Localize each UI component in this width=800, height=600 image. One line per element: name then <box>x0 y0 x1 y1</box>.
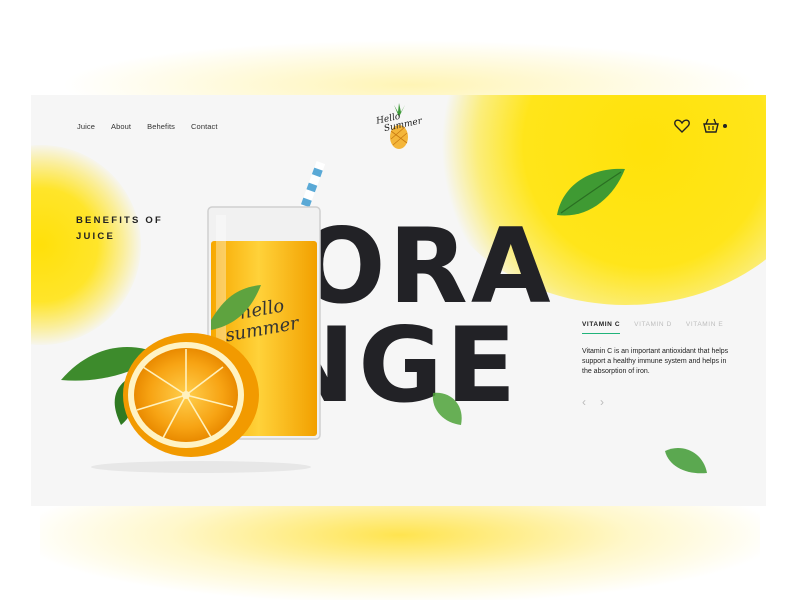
heart-icon[interactable] <box>674 119 690 133</box>
logo[interactable]: Hello Summer <box>375 103 423 151</box>
leaf-icon <box>665 447 707 474</box>
basket-icon[interactable] <box>703 118 719 134</box>
nav-item-juice[interactable]: Juice <box>77 122 95 131</box>
chevron-right-icon[interactable]: › <box>600 395 604 409</box>
main-nav: Juice About Behefits Contact <box>77 122 234 131</box>
nav-item-contact[interactable]: Contact <box>191 122 218 131</box>
orange-juice-illustration: hello summer <box>61 161 326 473</box>
tab-vitamin-d[interactable]: VITAMIN D <box>634 321 672 334</box>
vitamin-tabs: VITAMIN C VITAMIN D VITAMIN E <box>582 321 737 334</box>
chevron-left-icon[interactable]: ‹ <box>582 395 586 409</box>
tab-vitamin-e[interactable]: VITAMIN E <box>686 321 723 334</box>
leaf-icon <box>432 392 462 425</box>
nav-item-benefits[interactable]: Behefits <box>147 122 175 131</box>
landing-page: Juice About Behefits Contact Hello Summe… <box>31 95 766 506</box>
cart-badge-dot <box>723 124 727 128</box>
nav-item-about[interactable]: About <box>111 122 131 131</box>
vitamin-description: Vitamin C is an important antioxidant th… <box>582 348 729 375</box>
leaf-icon <box>557 168 625 216</box>
tab-vitamin-c[interactable]: VITAMIN C <box>582 321 621 334</box>
